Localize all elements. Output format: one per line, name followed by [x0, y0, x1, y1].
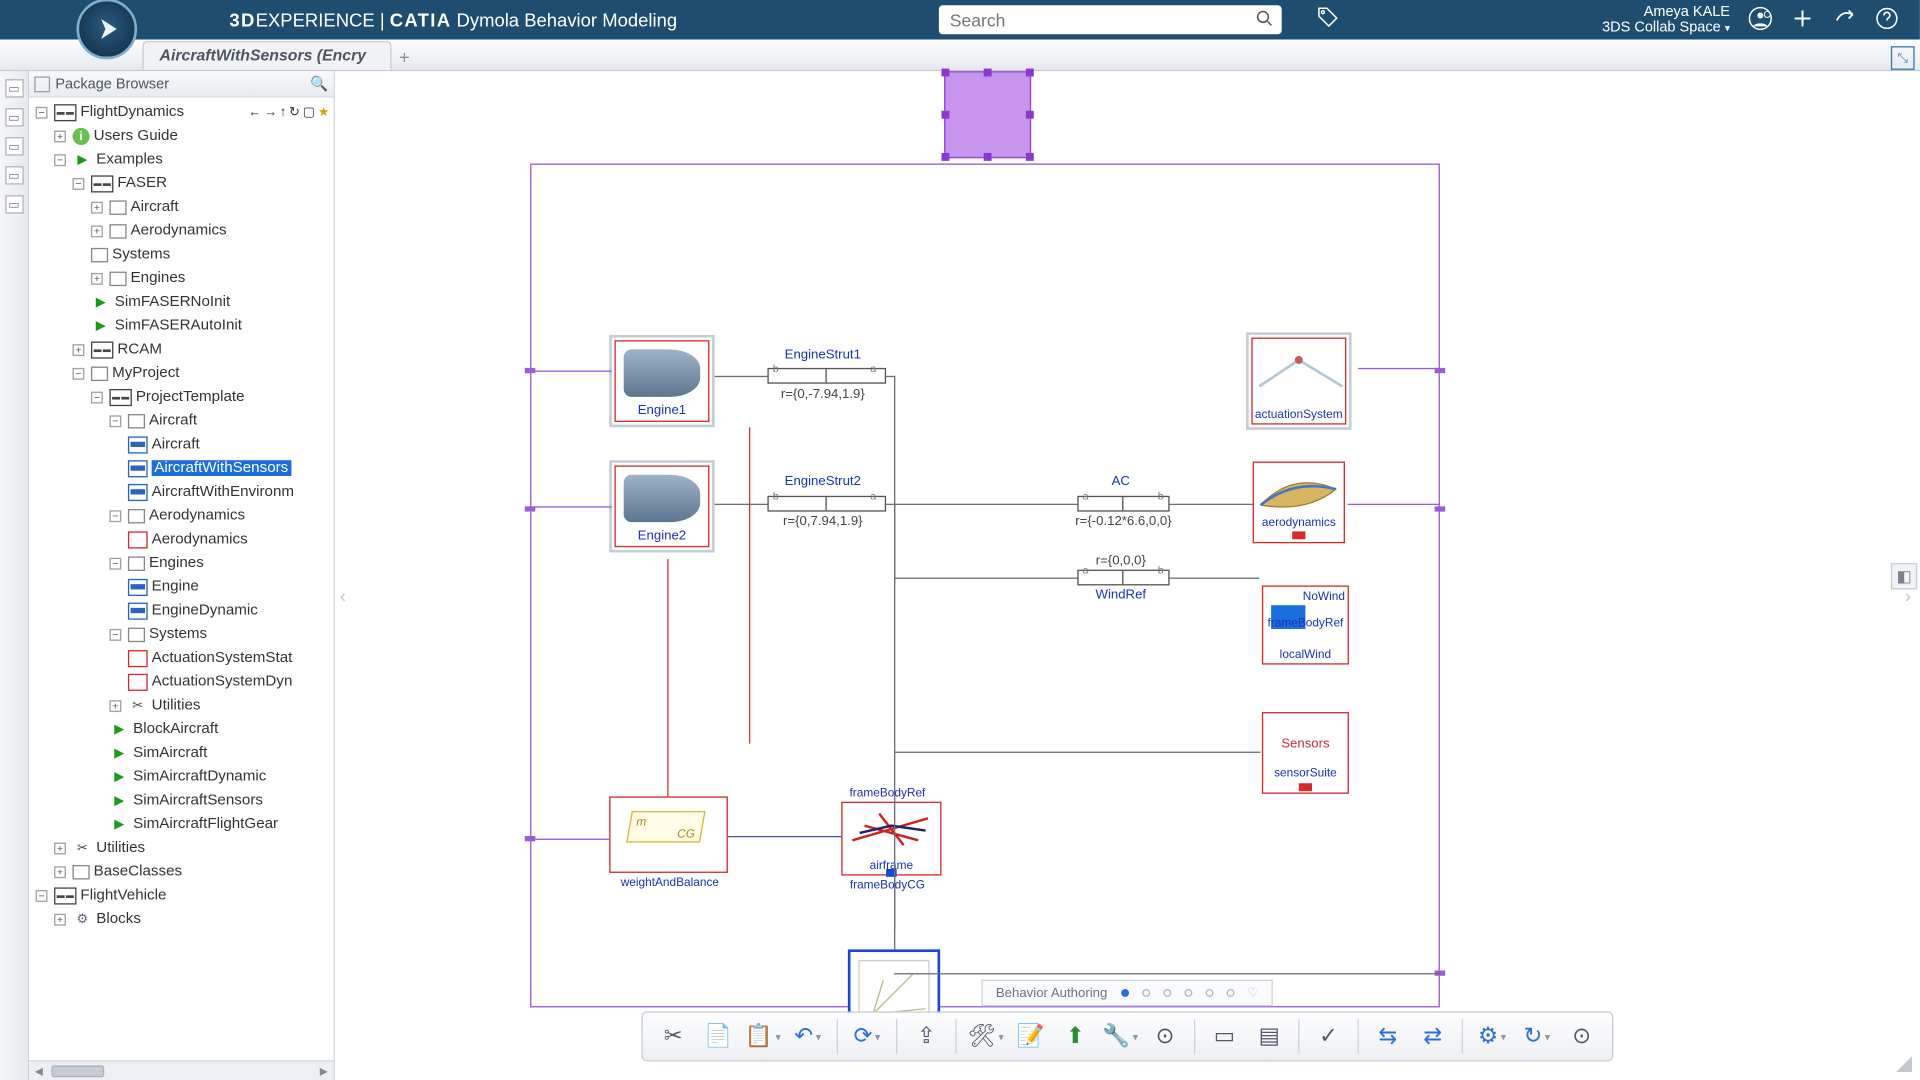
connector-strut2[interactable] — [767, 496, 886, 512]
sync1-button[interactable]: ⇆ — [1368, 1017, 1408, 1057]
user-area[interactable]: Ameya KALE 3DS Collab Space ▾ — [1602, 3, 1730, 36]
search-input[interactable] — [939, 5, 1282, 34]
help-icon[interactable] — [1875, 6, 1899, 34]
cut-button[interactable]: ✂ — [653, 1017, 693, 1057]
dock4-icon[interactable]: ▭ — [5, 166, 23, 184]
diagram-canvas[interactable]: Engine1 Engine2 EngineStrut1 ba r={0,-7.… — [530, 164, 1440, 1008]
sync2-button[interactable]: ⇄ — [1413, 1017, 1453, 1057]
tab-add-button[interactable]: + — [391, 44, 418, 70]
browser-hscroll[interactable]: ◂▸ — [29, 1060, 334, 1080]
search-icon[interactable] — [1256, 9, 1274, 31]
dock3-icon[interactable]: ▭ — [5, 137, 23, 155]
block-airframe[interactable]: airframe — [841, 802, 941, 876]
tool-d-button[interactable]: 🔧 — [1100, 1017, 1140, 1057]
collapse-icon[interactable]: ⤡ — [1891, 46, 1915, 70]
user-avatar-icon[interactable] — [1748, 6, 1772, 34]
play-button[interactable]: ⊙ — [1145, 1017, 1185, 1057]
label-strut2: EngineStrut2 — [757, 475, 889, 490]
tool-b-button[interactable]: 📝 — [1011, 1017, 1051, 1057]
check-button[interactable]: ✓ — [1309, 1017, 1349, 1057]
right-dock-icon[interactable]: ◧ — [1891, 562, 1917, 588]
connector-windref[interactable] — [1077, 570, 1169, 586]
bottom-toolbar: ✂ 📄 📋 ↶ ⟳ ⇪ 🛠 📝 ⬆ 🔧 ⊙ ▭ ▤ ✓ ⇆ — [641, 1011, 1613, 1061]
add-icon[interactable] — [1791, 6, 1815, 34]
connector-strut1[interactable] — [767, 368, 886, 384]
reload-button[interactable]: ↻ — [1517, 1017, 1557, 1057]
tag-icon[interactable] — [1316, 5, 1340, 35]
connector-ac[interactable] — [1077, 496, 1169, 512]
sim-button[interactable]: ⚙ — [1472, 1017, 1512, 1057]
refresh-button[interactable]: ⟳ — [847, 1017, 887, 1057]
layout1-button[interactable]: ▭ — [1205, 1017, 1245, 1057]
block-sensors[interactable]: Sensors sensorSuite — [1262, 712, 1349, 794]
selection-box[interactable] — [944, 71, 1031, 158]
block-engine1[interactable]: Engine1 — [609, 335, 714, 427]
block-engine2[interactable]: Engine2 — [609, 460, 714, 552]
share-icon[interactable] — [1833, 6, 1857, 34]
block-aero[interactable]: aerodynamics — [1253, 462, 1345, 544]
undo-button[interactable]: ↶ — [788, 1017, 828, 1057]
paste-button[interactable]: 📋 — [743, 1017, 783, 1057]
behavior-tabs[interactable]: Behavior Authoring ♡ — [981, 980, 1273, 1006]
package-tree[interactable]: −FlightDynamics ←→↑↻▢★ +iUsers Guide −▶E… — [29, 98, 334, 1061]
dock2-icon[interactable]: ▭ — [5, 108, 23, 126]
app-title: 3DEXPERIENCE | CATIA Dymola Behavior Mod… — [229, 9, 677, 30]
tool-c-button[interactable]: ⬆ — [1056, 1017, 1096, 1057]
copy-button[interactable]: 📄 — [698, 1017, 738, 1057]
dock1-icon[interactable]: ▭ — [5, 79, 23, 97]
export-button[interactable]: ⇪ — [907, 1017, 947, 1057]
package-browser-header: Package Browser 🔍 — [29, 71, 334, 97]
block-actuation[interactable]: actuationSystem — [1246, 332, 1351, 430]
tab-model[interactable]: AircraftWithSensors (Encry — [142, 41, 391, 70]
dock5-icon[interactable]: ▭ — [5, 195, 23, 213]
resize-grip-icon[interactable] — [1896, 1056, 1912, 1072]
layout2-button[interactable]: ▤ — [1249, 1017, 1289, 1057]
block-nowind[interactable]: NoWind frameBodyRef localWind — [1262, 585, 1349, 664]
sidehandle-left-icon[interactable]: ‹ — [334, 576, 352, 616]
label-strut1: EngineStrut1 — [757, 348, 889, 363]
tool-a-button[interactable]: 🛠 — [966, 1017, 1006, 1057]
label-ac: AC — [1068, 475, 1173, 490]
compass-button[interactable] — [76, 0, 137, 59]
block-weight[interactable]: m CG — [609, 796, 728, 872]
browser-search-icon[interactable]: 🔍 — [310, 75, 328, 92]
left-dock-rail: ▭ ▭ ▭ ▭ ▭ — [0, 71, 29, 1080]
next-button[interactable]: ⊙ — [1562, 1017, 1602, 1057]
tree-selected: AircraftWithSensors — [152, 460, 291, 476]
